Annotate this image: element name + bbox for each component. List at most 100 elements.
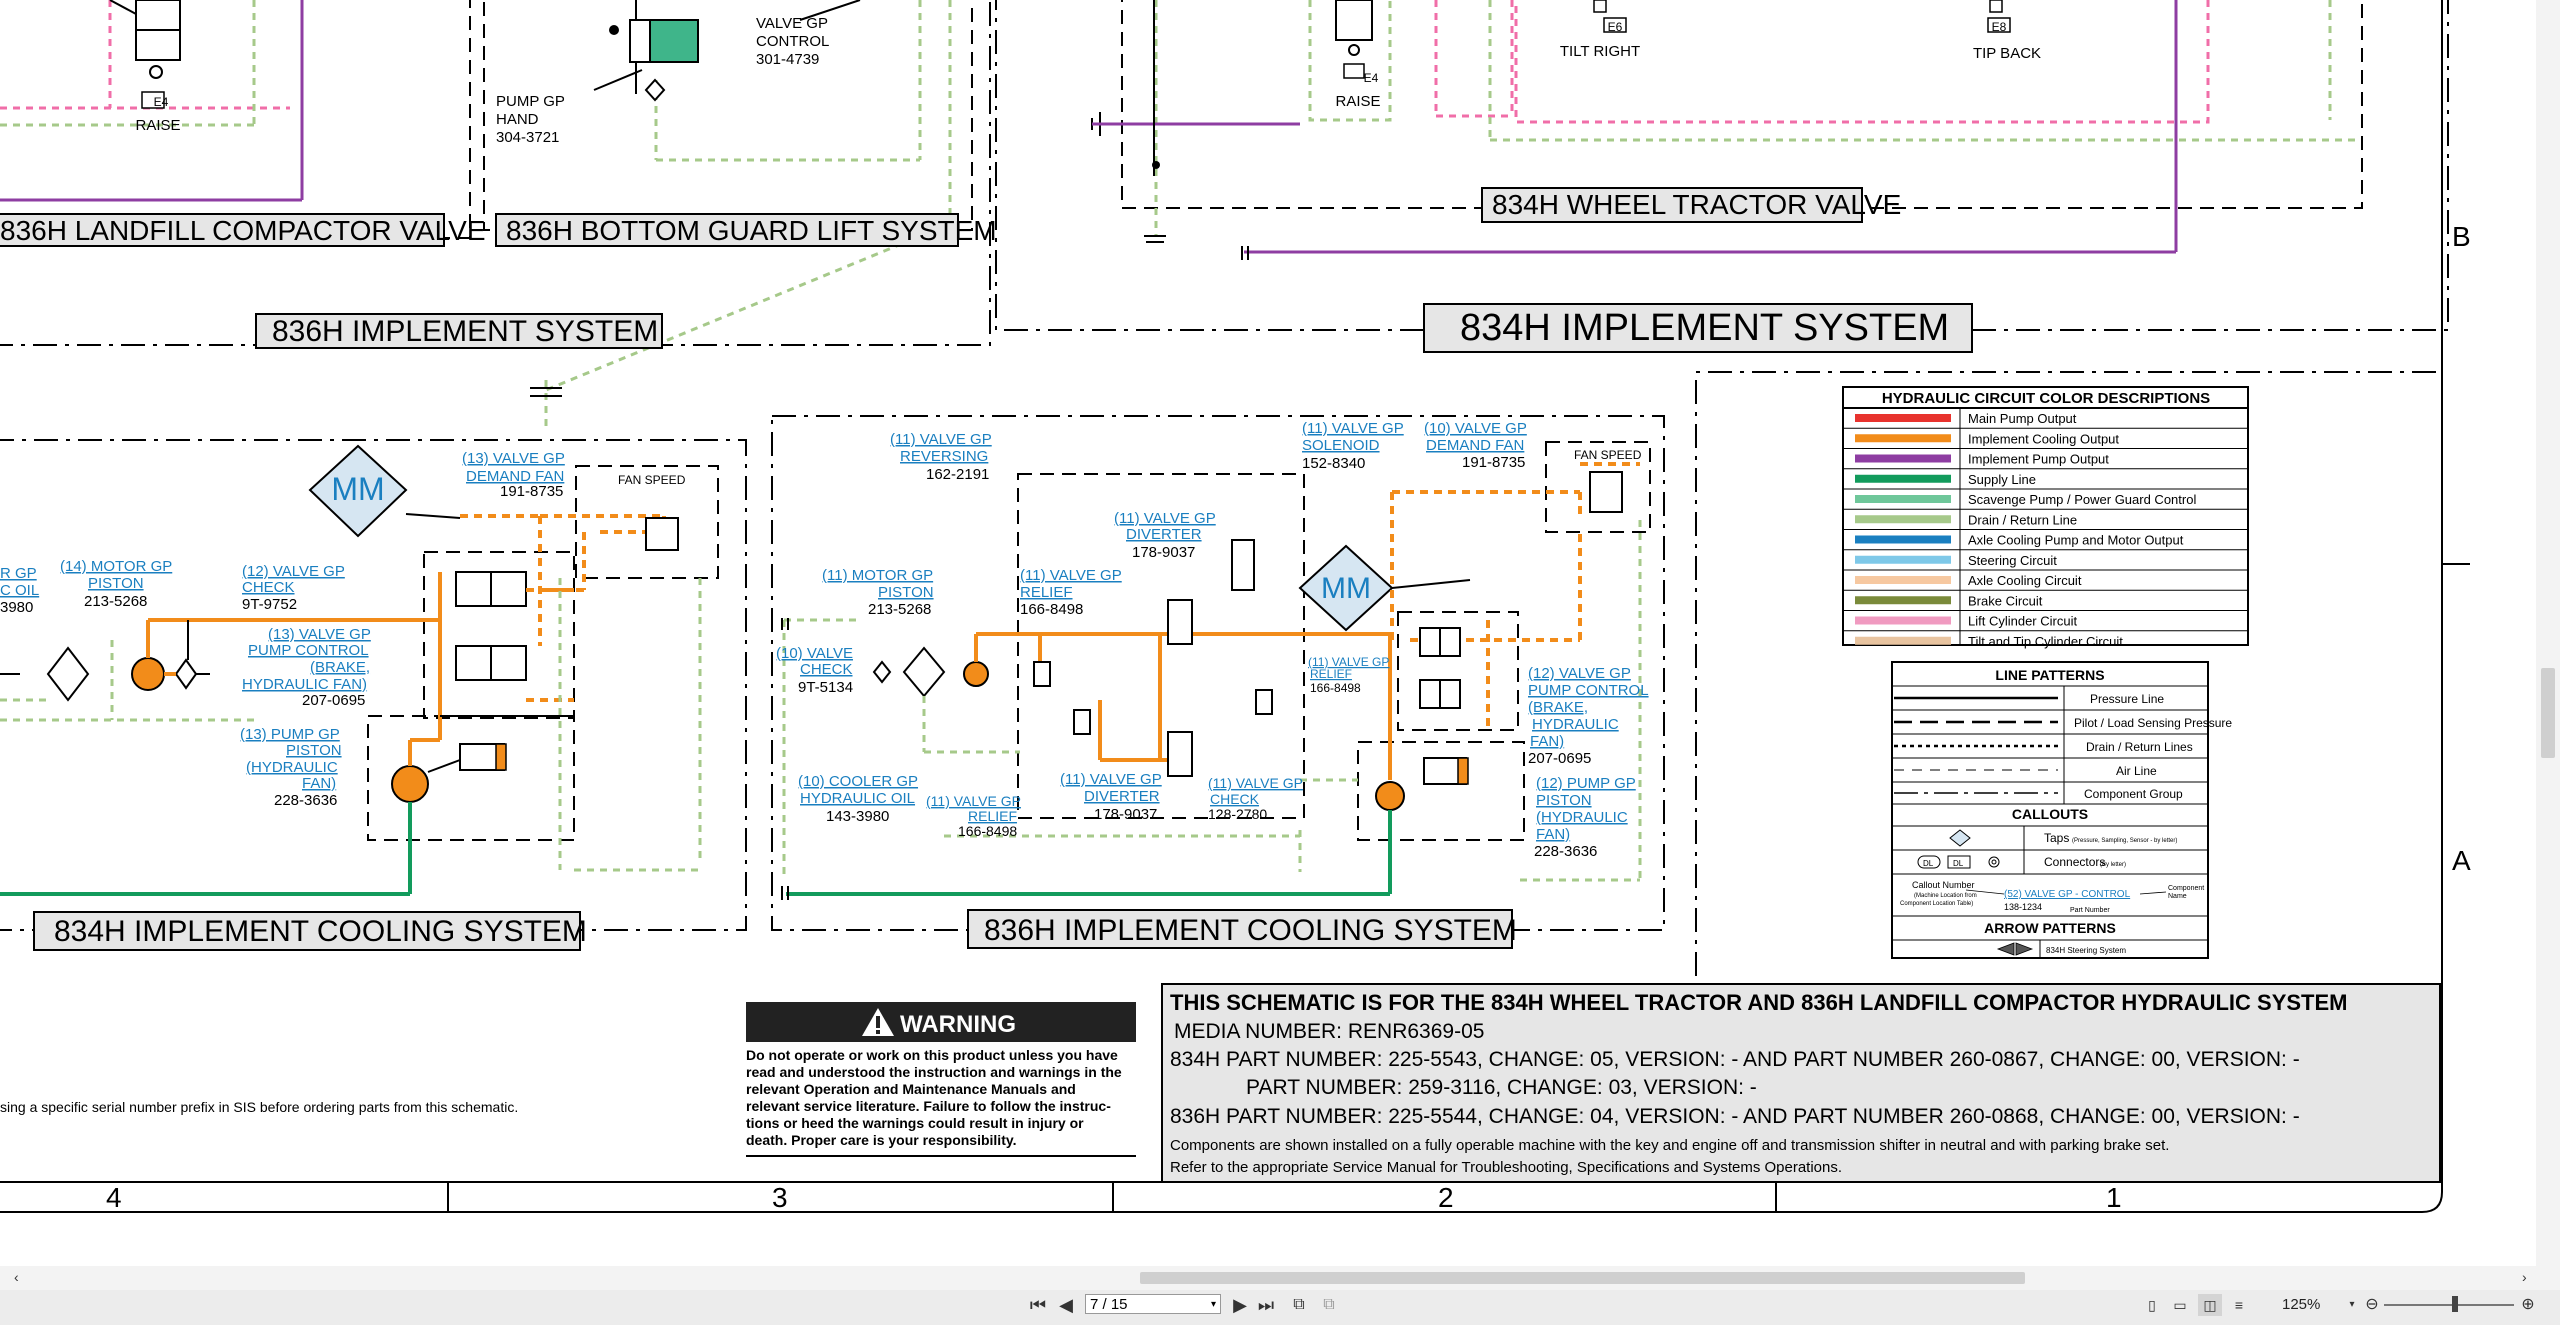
first-page-button[interactable]: ⏮ — [1028, 1294, 1048, 1316]
title-cooling-836: 836H IMPLEMENT COOLING SYSTEM — [967, 909, 1517, 949]
prev-page-button[interactable]: ◀ — [1056, 1294, 1076, 1316]
lc-check-l2[interactable]: CHECK — [242, 579, 295, 596]
scroll-left-arrow-icon[interactable]: ‹ — [14, 1269, 19, 1285]
scroll-right-arrow-icon[interactable]: › — [2522, 1269, 2527, 1285]
next-page-button[interactable]: ▶ — [1230, 1294, 1250, 1316]
paste-page-icon[interactable]: ⧉ — [1318, 1294, 1340, 1316]
rc-pumpctl-l3[interactable]: (BRAKE, — [1528, 699, 1588, 716]
rc-motor-l2[interactable]: PISTON — [878, 584, 934, 601]
color-legend-label: Supply Line — [1968, 472, 2036, 487]
zoom-in-icon[interactable]: ⊕ — [2518, 1294, 2538, 1316]
rc-cooler-l1[interactable]: (10) COOLER GP — [798, 773, 918, 790]
rc-solenoid-l2[interactable]: SOLENOID — [1302, 437, 1380, 454]
lc-pump-l1[interactable]: (13) PUMP GP — [240, 726, 340, 743]
rc-relief-c-l1[interactable]: (11) VALVE GP — [926, 793, 1021, 809]
lc-cooler-pn: 3980 — [0, 599, 33, 616]
single-page-view-icon[interactable]: ▯ — [2142, 1294, 2162, 1316]
svg-text:836H LANDFILL COMPACTOR VALVE: 836H LANDFILL COMPACTOR VALVE — [0, 215, 486, 246]
rc-relief-c-l2[interactable]: RELIEF — [968, 808, 1017, 824]
rc-check10-l2[interactable]: CHECK — [800, 661, 853, 678]
lc-cooler-l2[interactable]: C OIL — [0, 582, 39, 599]
vertical-scrollbar[interactable] — [2536, 0, 2560, 1266]
lc-mm: MM — [331, 471, 384, 507]
valve-gp-control-l2: CONTROL — [756, 33, 829, 50]
pump-gp-hand-l1: PUMP GP — [496, 93, 565, 110]
lc-motor-l1[interactable]: (14) MOTOR GP — [60, 558, 172, 575]
rc-pumpctl-l5[interactable]: FAN) — [1530, 733, 1564, 750]
callout-example[interactable]: (52) VALVE GP - CONTROL — [2004, 889, 2131, 900]
rc-cooler-l2[interactable]: HYDRAULIC OIL — [800, 790, 915, 807]
horizontal-scroll-thumb[interactable] — [1140, 1272, 2025, 1284]
title-bottom-guard: 836H BOTTOM GUARD LIFT SYSTEM — [495, 213, 997, 247]
left-cooling-diagram — [0, 439, 747, 931]
vertical-scroll-thumb[interactable] — [2541, 668, 2555, 758]
rc-solenoid-pn: 152-8340 — [1302, 455, 1365, 472]
last-page-button[interactable]: ⏭ — [1256, 1294, 1276, 1316]
rc-check11-l1[interactable]: (11) VALVE GP — [1208, 775, 1303, 791]
split-view-icon[interactable]: ≡ — [2228, 1294, 2250, 1316]
rc-pumpctl-l1[interactable]: (12) VALVE GP — [1528, 665, 1631, 682]
lc-check-l1[interactable]: (12) VALVE GP — [242, 563, 345, 580]
lc-pump-l4[interactable]: FAN) — [302, 775, 336, 792]
pump-gp-hand-l3: 304-3721 — [496, 129, 559, 146]
lc-pumpctl-l2[interactable]: PUMP CONTROL — [248, 642, 369, 659]
rc-diverter-a-l2[interactable]: DIVERTER — [1126, 526, 1202, 543]
lc-pump-l3[interactable]: (HYDRAULIC — [246, 759, 338, 776]
page-dropdown-icon[interactable]: ▾ — [1211, 1295, 1216, 1315]
page-number-field[interactable]: 7 / 15 ▾ — [1085, 1294, 1221, 1314]
copy-page-icon[interactable]: ⧉ — [1288, 1294, 1310, 1316]
rc-pump-l4[interactable]: FAN) — [1536, 826, 1570, 843]
lp-pressure: Pressure Line — [2090, 692, 2164, 706]
e8: E8 — [1992, 20, 2007, 34]
line-legend: LINE PATTERNS Pressure Line Pilot / Load… — [1891, 661, 2232, 959]
rc-check10-l1[interactable]: (10) VALVE — [776, 645, 853, 662]
zoom-slider-thumb[interactable] — [2452, 1296, 2458, 1312]
rc-pump-l1[interactable]: (12) PUMP GP — [1536, 775, 1636, 792]
rc-reversing-l1[interactable]: (11) VALVE GP — [890, 431, 992, 448]
zoom-level[interactable]: 125% — [2282, 1296, 2320, 1313]
taps-note: (Pressure, Sampling, Sensor - by letter) — [2072, 838, 2177, 844]
rc-pumpctl-l2[interactable]: PUMP CONTROL — [1528, 682, 1649, 699]
rc-check11-l2[interactable]: CHECK — [1210, 791, 1260, 807]
tilt-right: TILT RIGHT — [1560, 43, 1640, 60]
rc-demand-l2[interactable]: DEMAND FAN — [1426, 437, 1524, 454]
valve-gp-control-l1: VALVE GP — [756, 15, 828, 32]
zone-b: B — [2452, 221, 2471, 252]
lc-cooler-l1[interactable]: R GP — [0, 565, 37, 582]
rc-diverter-a-l1[interactable]: (11) VALVE GP — [1114, 510, 1216, 527]
lc-pumpctl-l3[interactable]: (BRAKE, — [310, 659, 370, 676]
callout-note-2: Component Location Table) — [1900, 901, 1973, 907]
rc-relief-a-l2[interactable]: RELIEF — [1020, 584, 1073, 601]
rc-pump-l3[interactable]: (HYDRAULIC — [1536, 809, 1628, 826]
lc-pumpctl-l1[interactable]: (13) VALVE GP — [268, 626, 371, 643]
rc-demand-l1[interactable]: (10) VALVE GP — [1424, 420, 1527, 437]
two-page-view-icon[interactable]: ◫ — [2198, 1294, 2222, 1316]
tb-836: 836H PART NUMBER: 225-5544, CHANGE: 04, … — [1170, 1105, 2300, 1128]
rc-relief-b-l2[interactable]: RELIEF — [1310, 667, 1352, 681]
zoom-slider[interactable] — [2384, 1304, 2514, 1306]
color-legend-label: Scavenge Pump / Power Guard Control — [1968, 492, 2196, 507]
rc-motor-l1[interactable]: (11) MOTOR GP — [822, 567, 933, 584]
taps-label: Taps — [2044, 831, 2069, 845]
rc-pump-l2[interactable]: PISTON — [1536, 792, 1592, 809]
rc-pumpctl-l4[interactable]: HYDRAULIC — [1532, 716, 1619, 733]
lc-pumpctl-l4[interactable]: HYDRAULIC FAN) — [242, 676, 367, 693]
connectors-note: (By letter) — [2100, 862, 2126, 868]
continuous-view-icon[interactable]: ▭ — [2170, 1294, 2190, 1316]
rc-check11-pn: 128-2780 — [1208, 806, 1267, 822]
color-swatch — [1855, 515, 1951, 524]
lc-demand-l1[interactable]: (13) VALVE GP — [462, 450, 565, 467]
lp-air: Air Line — [2116, 764, 2157, 778]
rc-diverter-b-l1[interactable]: (11) VALVE GP — [1060, 771, 1162, 788]
title-implement-836: 836H IMPLEMENT SYSTEM — [255, 313, 663, 349]
rc-relief-a-l1[interactable]: (11) VALVE GP — [1020, 567, 1122, 584]
tb-heading: THIS SCHEMATIC IS FOR THE 834H WHEEL TRA… — [1170, 990, 2347, 1015]
zoom-out-icon[interactable]: ⊖ — [2362, 1294, 2382, 1316]
lc-motor-l2[interactable]: PISTON — [88, 575, 144, 592]
rc-solenoid-l1[interactable]: (11) VALVE GP — [1302, 420, 1404, 437]
zoom-dropdown-icon[interactable]: ▾ — [2346, 1294, 2358, 1316]
rc-diverter-b-l2[interactable]: DIVERTER — [1084, 788, 1160, 805]
rc-reversing-l2[interactable]: REVERSING — [900, 448, 988, 465]
lc-pump-l2[interactable]: PISTON — [286, 742, 342, 759]
horizontal-scrollbar[interactable]: ‹ › — [0, 1266, 2560, 1290]
